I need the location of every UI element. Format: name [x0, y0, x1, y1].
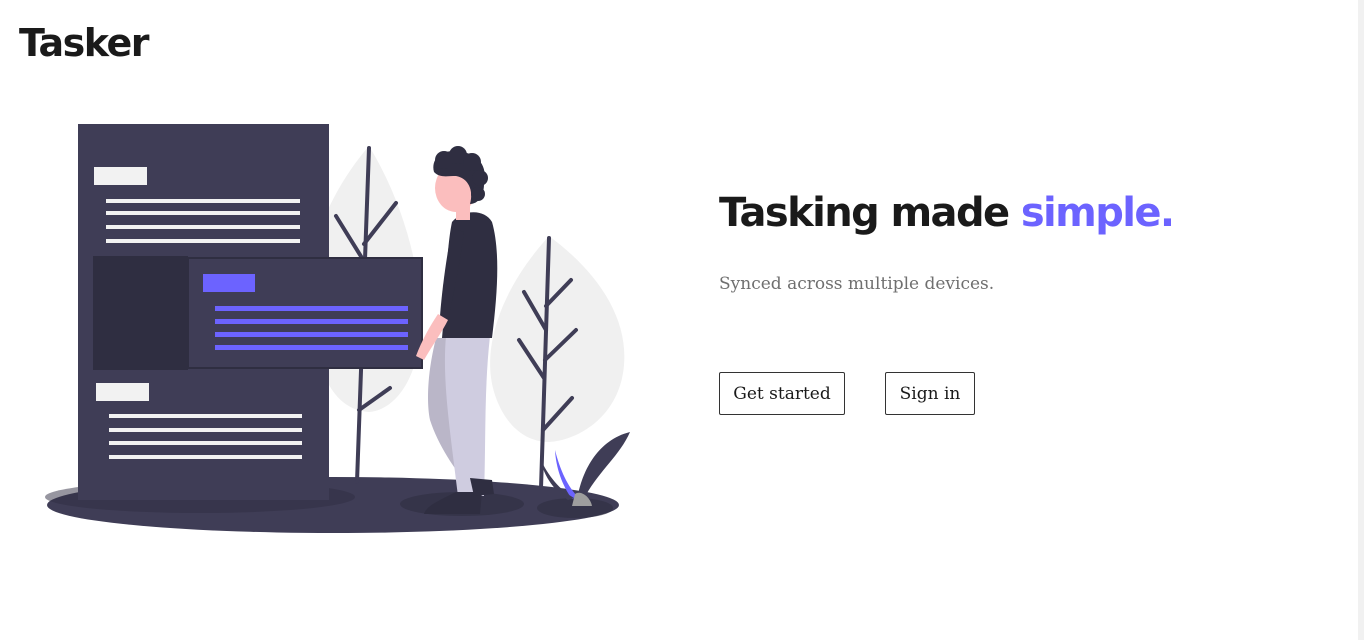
hero-illustration	[45, 124, 630, 533]
hero-subtitle: Synced across multiple devices.	[719, 274, 995, 294]
person-figure	[416, 146, 498, 514]
page-scrollbar[interactable]	[1358, 0, 1364, 640]
hero-title-main: Tasking made	[719, 190, 1021, 236]
hero-title: Tasking made simple.	[719, 188, 1175, 238]
hero-title-accent: simple.	[1020, 190, 1175, 236]
plant-leaf-dark	[578, 432, 630, 495]
get-started-button[interactable]: Get started	[719, 372, 845, 415]
sign-in-button[interactable]: Sign in	[885, 372, 975, 415]
app-logo[interactable]: Tasker	[19, 18, 150, 68]
tree-leaf-2	[490, 236, 625, 442]
